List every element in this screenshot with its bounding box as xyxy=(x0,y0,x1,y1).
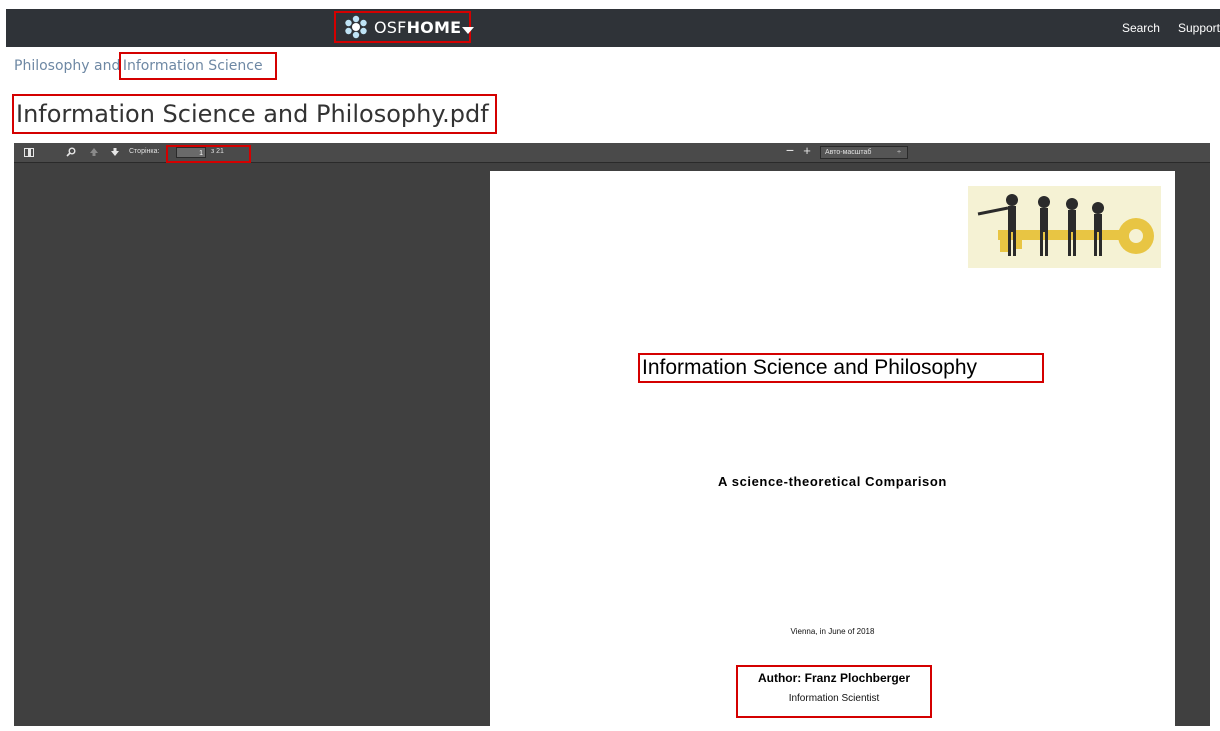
brand-text: OSFHOME xyxy=(374,18,461,37)
zoom-select-arrow-icon: ÷ xyxy=(897,149,901,156)
document-date: Vienna, in June of 2018 xyxy=(790,627,875,636)
nav-search-link[interactable]: Search xyxy=(1122,21,1160,35)
author-role: Information Scientist xyxy=(788,693,880,704)
arrow-down-icon[interactable] xyxy=(110,147,120,157)
page-total: з 21 xyxy=(211,148,224,155)
page-number-input[interactable]: 1 xyxy=(176,147,206,158)
pdf-viewer: Сторінка: 1 з 21 − + Авто-масштаб ÷ Info… xyxy=(14,143,1210,731)
breadcrumb-current[interactable]: Information Science xyxy=(118,52,277,80)
pdf-page: Information Science and Philosophy A sci… xyxy=(490,171,1175,731)
chevron-down-icon[interactable] xyxy=(462,27,474,34)
zoom-value: Авто-масштаб xyxy=(825,149,872,156)
zoom-select[interactable]: Авто-масштаб ÷ xyxy=(820,146,908,159)
keys-illustration xyxy=(968,186,1161,268)
nav-links: Search Support xyxy=(1122,9,1220,47)
pdf-toolbar: Сторінка: 1 з 21 − + Авто-масштаб ÷ xyxy=(14,143,1210,163)
breadcrumb-parent[interactable]: Philosophy and xyxy=(14,58,120,74)
page-label: Сторінка: xyxy=(129,148,160,155)
zoom-in-icon[interactable]: + xyxy=(802,144,812,157)
sidebar-toggle-icon[interactable] xyxy=(24,148,34,157)
brand-prefix: OSF xyxy=(374,17,407,37)
nav-support-link[interactable]: Support xyxy=(1178,21,1220,35)
document-title: Information Science and Philosophy xyxy=(638,353,1044,383)
zoom-out-icon[interactable]: − xyxy=(785,143,795,157)
breadcrumb: Philosophy and Information Science xyxy=(14,52,277,80)
top-navbar: OSFHOME Search Support xyxy=(6,9,1220,47)
author-block: Author: Franz Plochberger Information Sc… xyxy=(736,665,932,718)
document-author: Author: Franz Plochberger xyxy=(757,671,910,685)
search-icon[interactable] xyxy=(66,147,76,157)
file-title: Information Science and Philosophy.pdf xyxy=(12,94,497,134)
osf-home-brand[interactable]: OSFHOME xyxy=(334,11,472,43)
osf-logo-icon xyxy=(344,15,368,39)
brand-name: HOME xyxy=(406,17,462,37)
arrow-up-icon[interactable] xyxy=(89,147,99,157)
document-subtitle: A science-theoretical Comparison xyxy=(718,474,947,489)
